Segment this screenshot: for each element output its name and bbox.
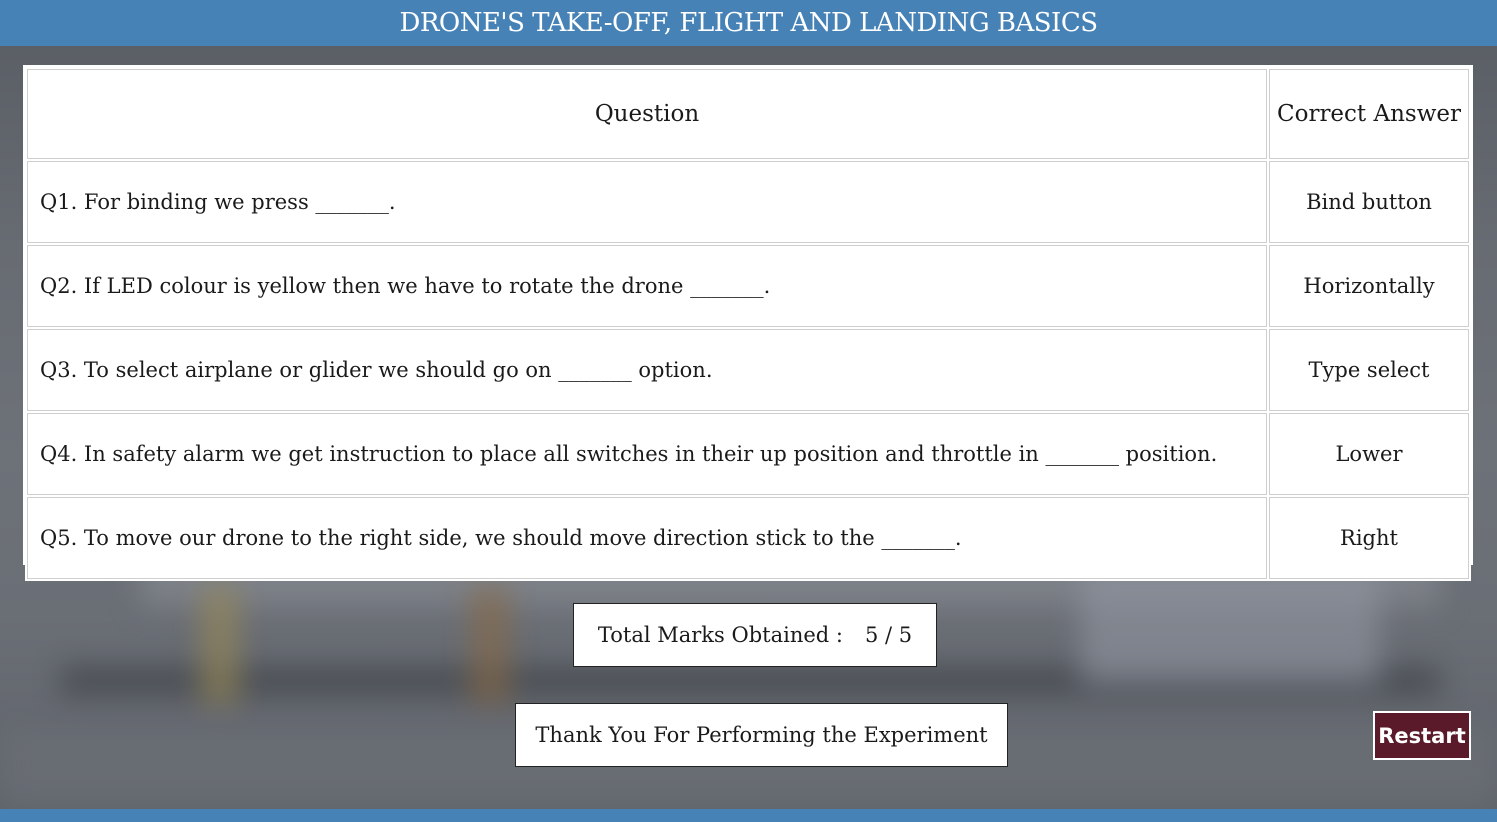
question-cell: Q5. To move our drone to the right side,… [27, 497, 1267, 579]
answer-cell: Lower [1269, 413, 1469, 495]
question-cell: Q4. In safety alarm we get instruction t… [27, 413, 1267, 495]
table-header-row: Question Correct Answer [27, 69, 1469, 159]
table-row: Q5. To move our drone to the right side,… [27, 497, 1469, 579]
answers-table: Question Correct Answer Q1. For binding … [25, 67, 1471, 581]
answer-cell: Horizontally [1269, 245, 1469, 327]
page-title: DRONE'S TAKE-OFF, FLIGHT AND LANDING BAS… [399, 8, 1098, 38]
answer-cell: Right [1269, 497, 1469, 579]
question-cell: Q1. For binding we press _______. [27, 161, 1267, 243]
column-header-question: Question [27, 69, 1267, 159]
answer-cell: Type select [1269, 329, 1469, 411]
table-row: Q2. If LED colour is yellow then we have… [27, 245, 1469, 327]
total-marks-box: Total Marks Obtained : 5 / 5 [573, 603, 937, 667]
answer-cell: Bind button [1269, 161, 1469, 243]
question-cell: Q2. If LED colour is yellow then we have… [27, 245, 1267, 327]
question-cell: Q3. To select airplane or glider we shou… [27, 329, 1267, 411]
footer-bar [0, 809, 1497, 822]
total-marks-value: 5 / 5 [864, 623, 913, 647]
thank-you-message: Thank You For Performing the Experiment [515, 703, 1008, 767]
thank-you-text: Thank You For Performing the Experiment [535, 723, 988, 747]
total-marks-label: Total Marks Obtained : [597, 623, 843, 647]
table-row: Q4. In safety alarm we get instruction t… [27, 413, 1469, 495]
column-header-correct-answer: Correct Answer [1269, 69, 1469, 159]
table-row: Q3. To select airplane or glider we shou… [27, 329, 1469, 411]
table-row: Q1. For binding we press _______. Bind b… [27, 161, 1469, 243]
restart-button[interactable]: Restart [1373, 711, 1471, 760]
header-bar: DRONE'S TAKE-OFF, FLIGHT AND LANDING BAS… [0, 0, 1497, 46]
answers-table-panel: Question Correct Answer Q1. For binding … [23, 65, 1473, 581]
